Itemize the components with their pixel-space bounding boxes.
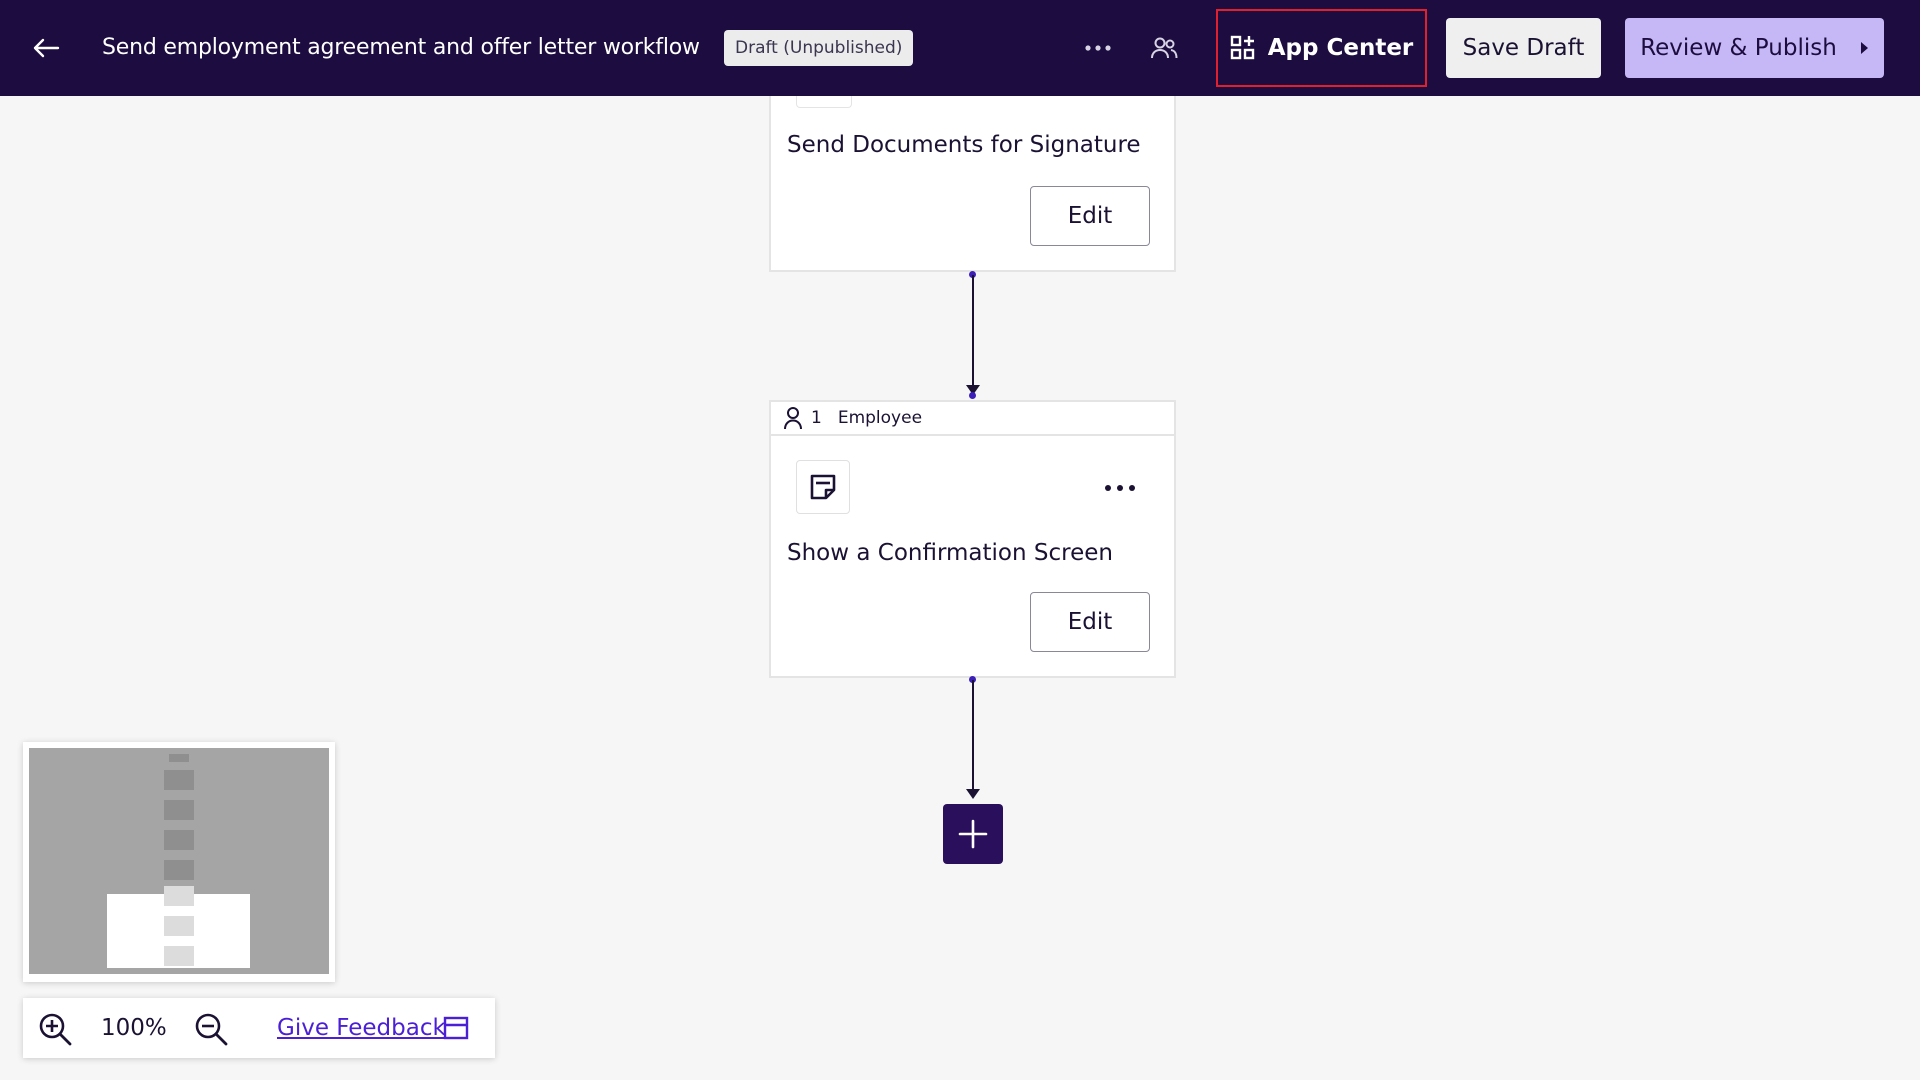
minimap-node xyxy=(164,770,194,790)
minimap-node xyxy=(169,754,189,762)
give-feedback-link[interactable]: Give Feedback xyxy=(277,998,446,1058)
step-icon xyxy=(796,460,850,514)
step-title: Show a Confirmation Screen xyxy=(787,540,1113,566)
step-more-button[interactable] xyxy=(1100,476,1140,500)
feedback-panel-icon[interactable] xyxy=(443,1015,469,1041)
step-icon-stub xyxy=(796,96,852,108)
minimap-node xyxy=(164,886,194,906)
top-header: Send employment agreement and offer lett… xyxy=(0,0,1920,96)
edit-step-button[interactable]: Edit xyxy=(1030,186,1150,246)
role-bar: 1 Employee xyxy=(771,402,1174,436)
zoom-out-icon xyxy=(195,1013,228,1046)
caret-right-icon xyxy=(1860,42,1868,54)
person-icon xyxy=(784,407,802,430)
zoom-in-icon xyxy=(39,1013,72,1046)
step-card-confirmation-screen[interactable]: 1 Employee Show a Confirmation Screen Ed… xyxy=(769,400,1176,678)
connector-arrowhead xyxy=(966,789,980,799)
panel-icon xyxy=(443,1016,469,1040)
role-label: Employee xyxy=(837,408,923,428)
minimap-node xyxy=(164,800,194,820)
zoom-level: 100% xyxy=(101,1015,167,1041)
plus-icon xyxy=(958,819,988,849)
zoom-in-button[interactable] xyxy=(37,1011,73,1047)
app-center-label: App Center xyxy=(1267,35,1414,61)
zoom-controls: 100% Give Feedback xyxy=(23,998,495,1058)
role-count: 1 xyxy=(811,408,822,428)
connector-line xyxy=(972,680,974,790)
connector-line xyxy=(972,275,974,388)
back-button[interactable] xyxy=(28,30,64,66)
apps-grid-icon xyxy=(1230,35,1254,60)
connector-end-dot xyxy=(969,392,976,399)
save-draft-button[interactable]: Save Draft xyxy=(1446,18,1601,78)
note-icon xyxy=(810,474,836,500)
arrow-left-icon xyxy=(33,38,60,58)
minimap-node xyxy=(164,916,194,936)
minimap-node xyxy=(164,860,194,880)
more-options-button[interactable] xyxy=(1078,30,1118,66)
app-center-button[interactable]: App Center xyxy=(1216,9,1427,87)
more-horizontal-icon xyxy=(1085,45,1111,51)
zoom-out-button[interactable] xyxy=(193,1011,229,1047)
more-horizontal-icon xyxy=(1105,485,1135,491)
review-publish-label: Review & Publish xyxy=(1640,35,1837,61)
minimap-canvas[interactable] xyxy=(29,748,329,974)
review-publish-button[interactable]: Review & Publish xyxy=(1625,18,1884,78)
edit-step-button[interactable]: Edit xyxy=(1030,592,1150,652)
minimap-node xyxy=(164,830,194,850)
workflow-title: Send employment agreement and offer lett… xyxy=(102,35,700,60)
users-icon xyxy=(1151,37,1178,59)
step-card-send-documents[interactable]: Send Documents for Signature Edit xyxy=(769,96,1176,272)
add-step-button[interactable] xyxy=(943,804,1003,864)
minimap-node xyxy=(164,946,194,966)
status-badge: Draft (Unpublished) xyxy=(724,30,914,66)
minimap[interactable] xyxy=(23,742,335,982)
step-title: Send Documents for Signature xyxy=(787,132,1141,158)
collaborators-button[interactable] xyxy=(1144,28,1184,68)
